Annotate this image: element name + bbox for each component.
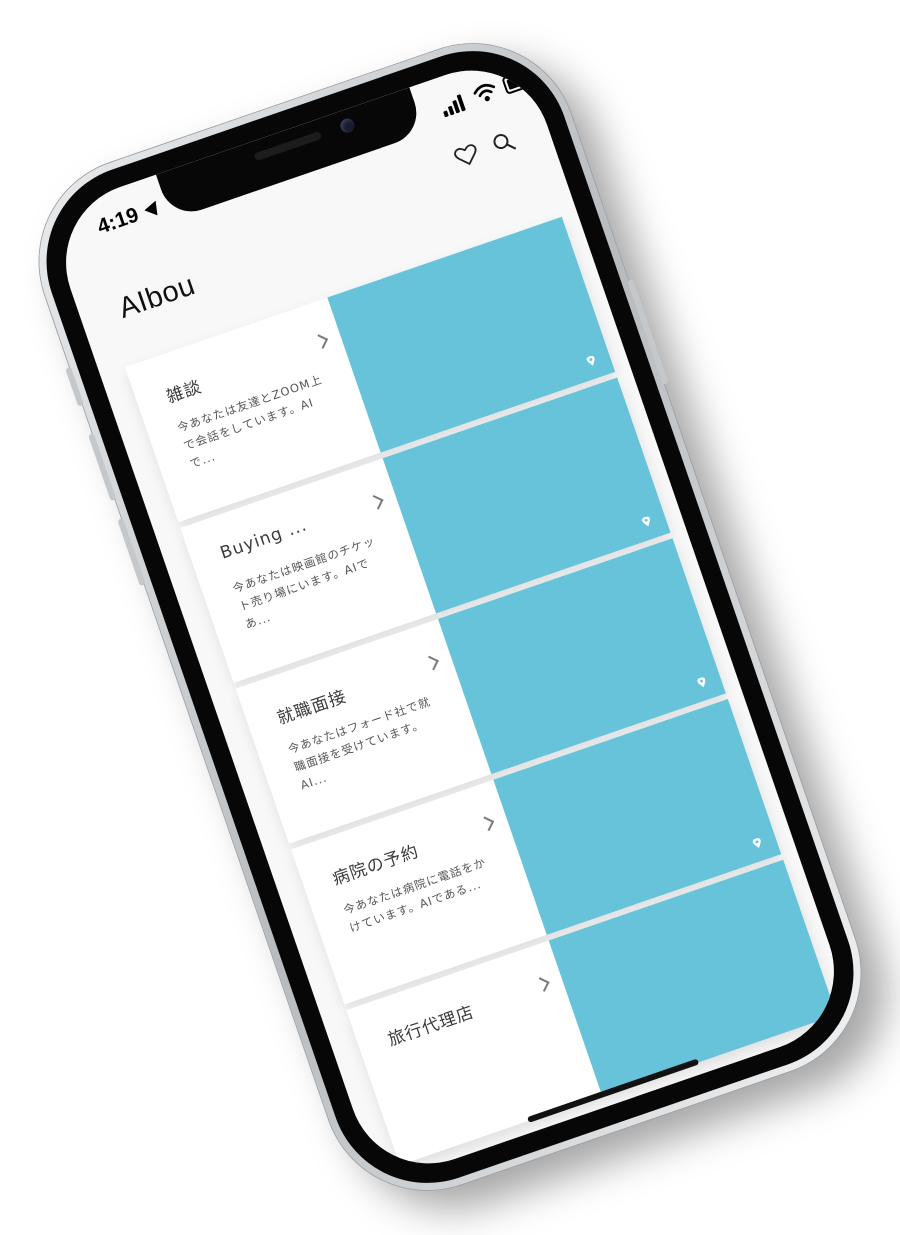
app-screen: 4:19 AIbou 雑談 今あなたは友達とZOOM上で会話をしています。AIで…: [44, 48, 856, 1186]
pin-icon: [752, 838, 761, 848]
pin-icon: [697, 677, 706, 688]
battery-level: [506, 74, 528, 90]
heart-icon[interactable]: [452, 141, 482, 170]
wifi-icon: [473, 83, 496, 102]
status-time: 4:19: [94, 203, 142, 239]
app-title: AIbou: [114, 269, 200, 325]
location-arrow-icon: [144, 198, 163, 216]
battery-icon: [501, 68, 536, 95]
pin-icon: [586, 355, 595, 366]
cellular-signal-icon: [439, 92, 469, 118]
search-icon[interactable]: [490, 129, 518, 157]
phone-bezel: 4:19 AIbou 雑談 今あなたは友達とZOOM上で会話をしています。AIで…: [20, 24, 880, 1210]
phone-frame: 4:19 AIbou 雑談 今あなたは友達とZOOM上で会話をしています。AIで…: [11, 15, 889, 1219]
speaker-grille: [253, 130, 323, 162]
front-camera: [338, 116, 357, 135]
card-title: 旅行代理店: [385, 1002, 478, 1051]
pin-icon: [641, 516, 651, 527]
